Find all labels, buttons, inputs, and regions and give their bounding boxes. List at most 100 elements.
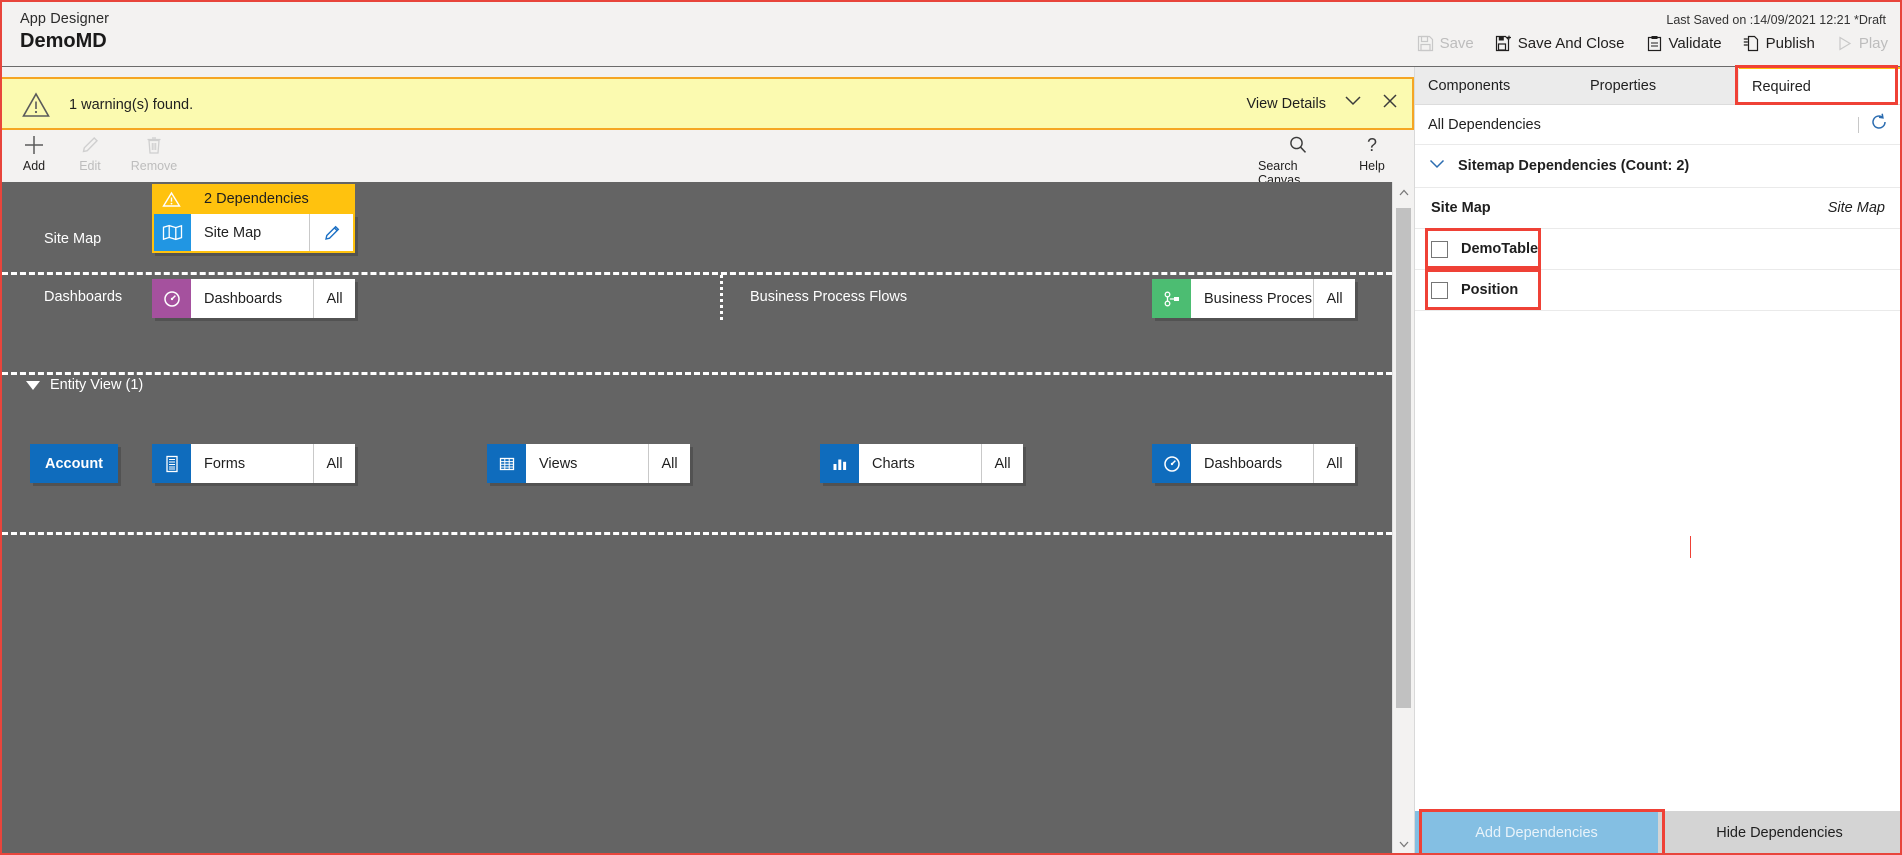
entity-view-header[interactable]: Entity View (1) bbox=[26, 377, 143, 393]
business-process-flows-tile[interactable]: Business Proces... All bbox=[1152, 279, 1355, 318]
scroll-up-arrow-icon[interactable] bbox=[1393, 182, 1415, 204]
edit-button[interactable]: Edit bbox=[58, 134, 122, 173]
bpf-tile-scope[interactable]: All bbox=[1313, 279, 1355, 318]
sitemap-dependencies-group-header[interactable]: Sitemap Dependencies (Count: 2) bbox=[1415, 145, 1900, 187]
search-icon bbox=[1287, 134, 1309, 156]
entity-account-pill[interactable]: Account bbox=[30, 444, 118, 483]
tab-components[interactable]: Components bbox=[1415, 67, 1577, 104]
publish-label: Publish bbox=[1765, 35, 1815, 52]
panel-tab-bar: Components Properties Required bbox=[1415, 65, 1900, 105]
dashboards-tile[interactable]: Dashboards All bbox=[152, 279, 355, 318]
dashboards-tile-name: Dashboards bbox=[204, 290, 283, 307]
app-designer-canvas: Site Map 2 Dependencies Site Map Dashboa… bbox=[2, 182, 1392, 853]
chevron-down-icon bbox=[1428, 157, 1446, 175]
entity-dashboards-tile-name: Dashboards bbox=[1204, 455, 1283, 472]
tab-properties-label: Properties bbox=[1590, 77, 1657, 94]
help-button[interactable]: ? Help bbox=[1344, 134, 1400, 173]
table-row[interactable]: Position bbox=[1415, 269, 1900, 311]
warning-triangle-icon bbox=[152, 184, 191, 214]
views-icon bbox=[487, 444, 526, 483]
all-dependencies-row: All Dependencies bbox=[1415, 105, 1900, 145]
hide-dependencies-button[interactable]: Hide Dependencies bbox=[1658, 811, 1900, 853]
save-and-close-label: Save And Close bbox=[1517, 35, 1625, 52]
header-command-bar: Save Save And Close Validate Publish Pla… bbox=[1415, 33, 1890, 54]
edit-button-label: Edit bbox=[79, 159, 101, 173]
tab-properties[interactable]: Properties bbox=[1577, 67, 1739, 104]
remove-button[interactable]: Remove bbox=[122, 134, 186, 173]
canvas-row-label-dashboards: Dashboards bbox=[44, 289, 123, 305]
dependencies-header-right: Site Map bbox=[1827, 200, 1885, 216]
app-header: App Designer DemoMD Last Saved on :14/09… bbox=[2, 2, 1900, 67]
charts-tile-scope[interactable]: All bbox=[981, 444, 1023, 483]
canvas-row-label-sitemap: Site Map bbox=[44, 231, 102, 247]
publish-button[interactable]: Publish bbox=[1741, 33, 1817, 54]
sitemap-component-group: 2 Dependencies Site Map bbox=[152, 184, 355, 253]
canvas-row-label-bpf: Business Process Flows bbox=[750, 289, 908, 305]
close-icon[interactable] bbox=[1380, 91, 1400, 116]
dashboard-icon bbox=[152, 279, 191, 318]
trash-icon bbox=[143, 134, 165, 156]
add-button[interactable]: Add bbox=[2, 134, 66, 173]
view-details-link[interactable]: View Details bbox=[1246, 96, 1326, 112]
validate-button[interactable]: Validate bbox=[1644, 33, 1724, 54]
all-dependencies-label: All Dependencies bbox=[1428, 116, 1541, 133]
bpf-icon bbox=[1152, 279, 1191, 318]
scrollbar-thumb[interactable] bbox=[1396, 208, 1411, 708]
dependency-checkbox-position[interactable] bbox=[1431, 281, 1448, 299]
charts-tile[interactable]: Charts All bbox=[820, 444, 1023, 483]
dependency-checkbox-demotable[interactable] bbox=[1431, 240, 1448, 258]
canvas-row-divider bbox=[2, 372, 1392, 375]
entity-dashboards-tile-scope[interactable]: All bbox=[1313, 444, 1355, 483]
sitemap-tile[interactable]: Site Map bbox=[152, 214, 355, 253]
add-dependencies-button[interactable]: Add Dependencies bbox=[1415, 811, 1658, 853]
warning-message: 1 warning(s) found. bbox=[69, 97, 194, 113]
play-button[interactable]: Play bbox=[1834, 33, 1890, 54]
dashboards-tile-scope[interactable]: All bbox=[313, 279, 355, 318]
chevron-down-icon[interactable] bbox=[1342, 93, 1364, 114]
canvas-row-divider bbox=[2, 272, 1392, 275]
app-designer-window: App Designer DemoMD Last Saved on :14/09… bbox=[0, 0, 1902, 855]
forms-tile-scope[interactable]: All bbox=[313, 444, 355, 483]
play-label: Play bbox=[1858, 35, 1888, 52]
charts-tile-name: Charts bbox=[872, 455, 915, 472]
dependency-banner[interactable]: 2 Dependencies bbox=[152, 184, 355, 214]
validate-icon bbox=[1646, 35, 1663, 52]
hide-dependencies-label: Hide Dependencies bbox=[1716, 825, 1843, 841]
canvas-scrollbar[interactable] bbox=[1392, 182, 1415, 853]
save-button[interactable]: Save bbox=[1415, 33, 1476, 54]
bpf-tile-name: Business Proces... bbox=[1204, 290, 1313, 307]
forms-tile[interactable]: Forms All bbox=[152, 444, 355, 483]
svg-text:?: ? bbox=[1367, 135, 1377, 155]
validate-label: Validate bbox=[1668, 35, 1722, 52]
dependency-label-demotable: DemoTable bbox=[1461, 241, 1539, 257]
refresh-icon[interactable] bbox=[1869, 112, 1889, 137]
search-canvas-button[interactable]: Search Canvas bbox=[1258, 134, 1338, 187]
charts-icon bbox=[820, 444, 859, 483]
tab-components-label: Components bbox=[1428, 77, 1511, 94]
text-cursor-artifact bbox=[1690, 536, 1691, 558]
add-button-label: Add bbox=[22, 159, 46, 173]
sitemap-edit-pencil-icon[interactable] bbox=[309, 214, 353, 251]
dashboard-icon bbox=[1152, 444, 1191, 483]
caret-down-icon bbox=[26, 380, 40, 390]
save-and-close-icon bbox=[1495, 35, 1512, 52]
views-tile-scope[interactable]: All bbox=[648, 444, 690, 483]
question-icon: ? bbox=[1361, 134, 1383, 156]
refresh-control bbox=[1858, 112, 1889, 137]
dependency-label-position: Position bbox=[1461, 282, 1519, 298]
panel-footer: Add Dependencies Hide Dependencies bbox=[1415, 809, 1900, 853]
warning-triangle-icon bbox=[22, 92, 50, 123]
dependency-count-label: 2 Dependencies bbox=[204, 191, 309, 207]
save-icon bbox=[1417, 35, 1434, 52]
views-tile[interactable]: Views All bbox=[487, 444, 690, 483]
entity-dashboards-tile[interactable]: Dashboards All bbox=[1152, 444, 1355, 483]
scroll-down-arrow-icon[interactable] bbox=[1393, 833, 1415, 853]
forms-tile-name: Forms bbox=[204, 455, 246, 472]
entity-view-header-label: Entity View (1) bbox=[50, 377, 144, 393]
remove-button-label: Remove bbox=[130, 159, 178, 173]
save-and-close-button[interactable]: Save And Close bbox=[1493, 33, 1627, 54]
plus-icon bbox=[23, 134, 45, 156]
tab-required[interactable]: Required bbox=[1739, 67, 1900, 104]
help-button-label: Help bbox=[1359, 159, 1385, 173]
table-row[interactable]: DemoTable bbox=[1415, 228, 1900, 270]
